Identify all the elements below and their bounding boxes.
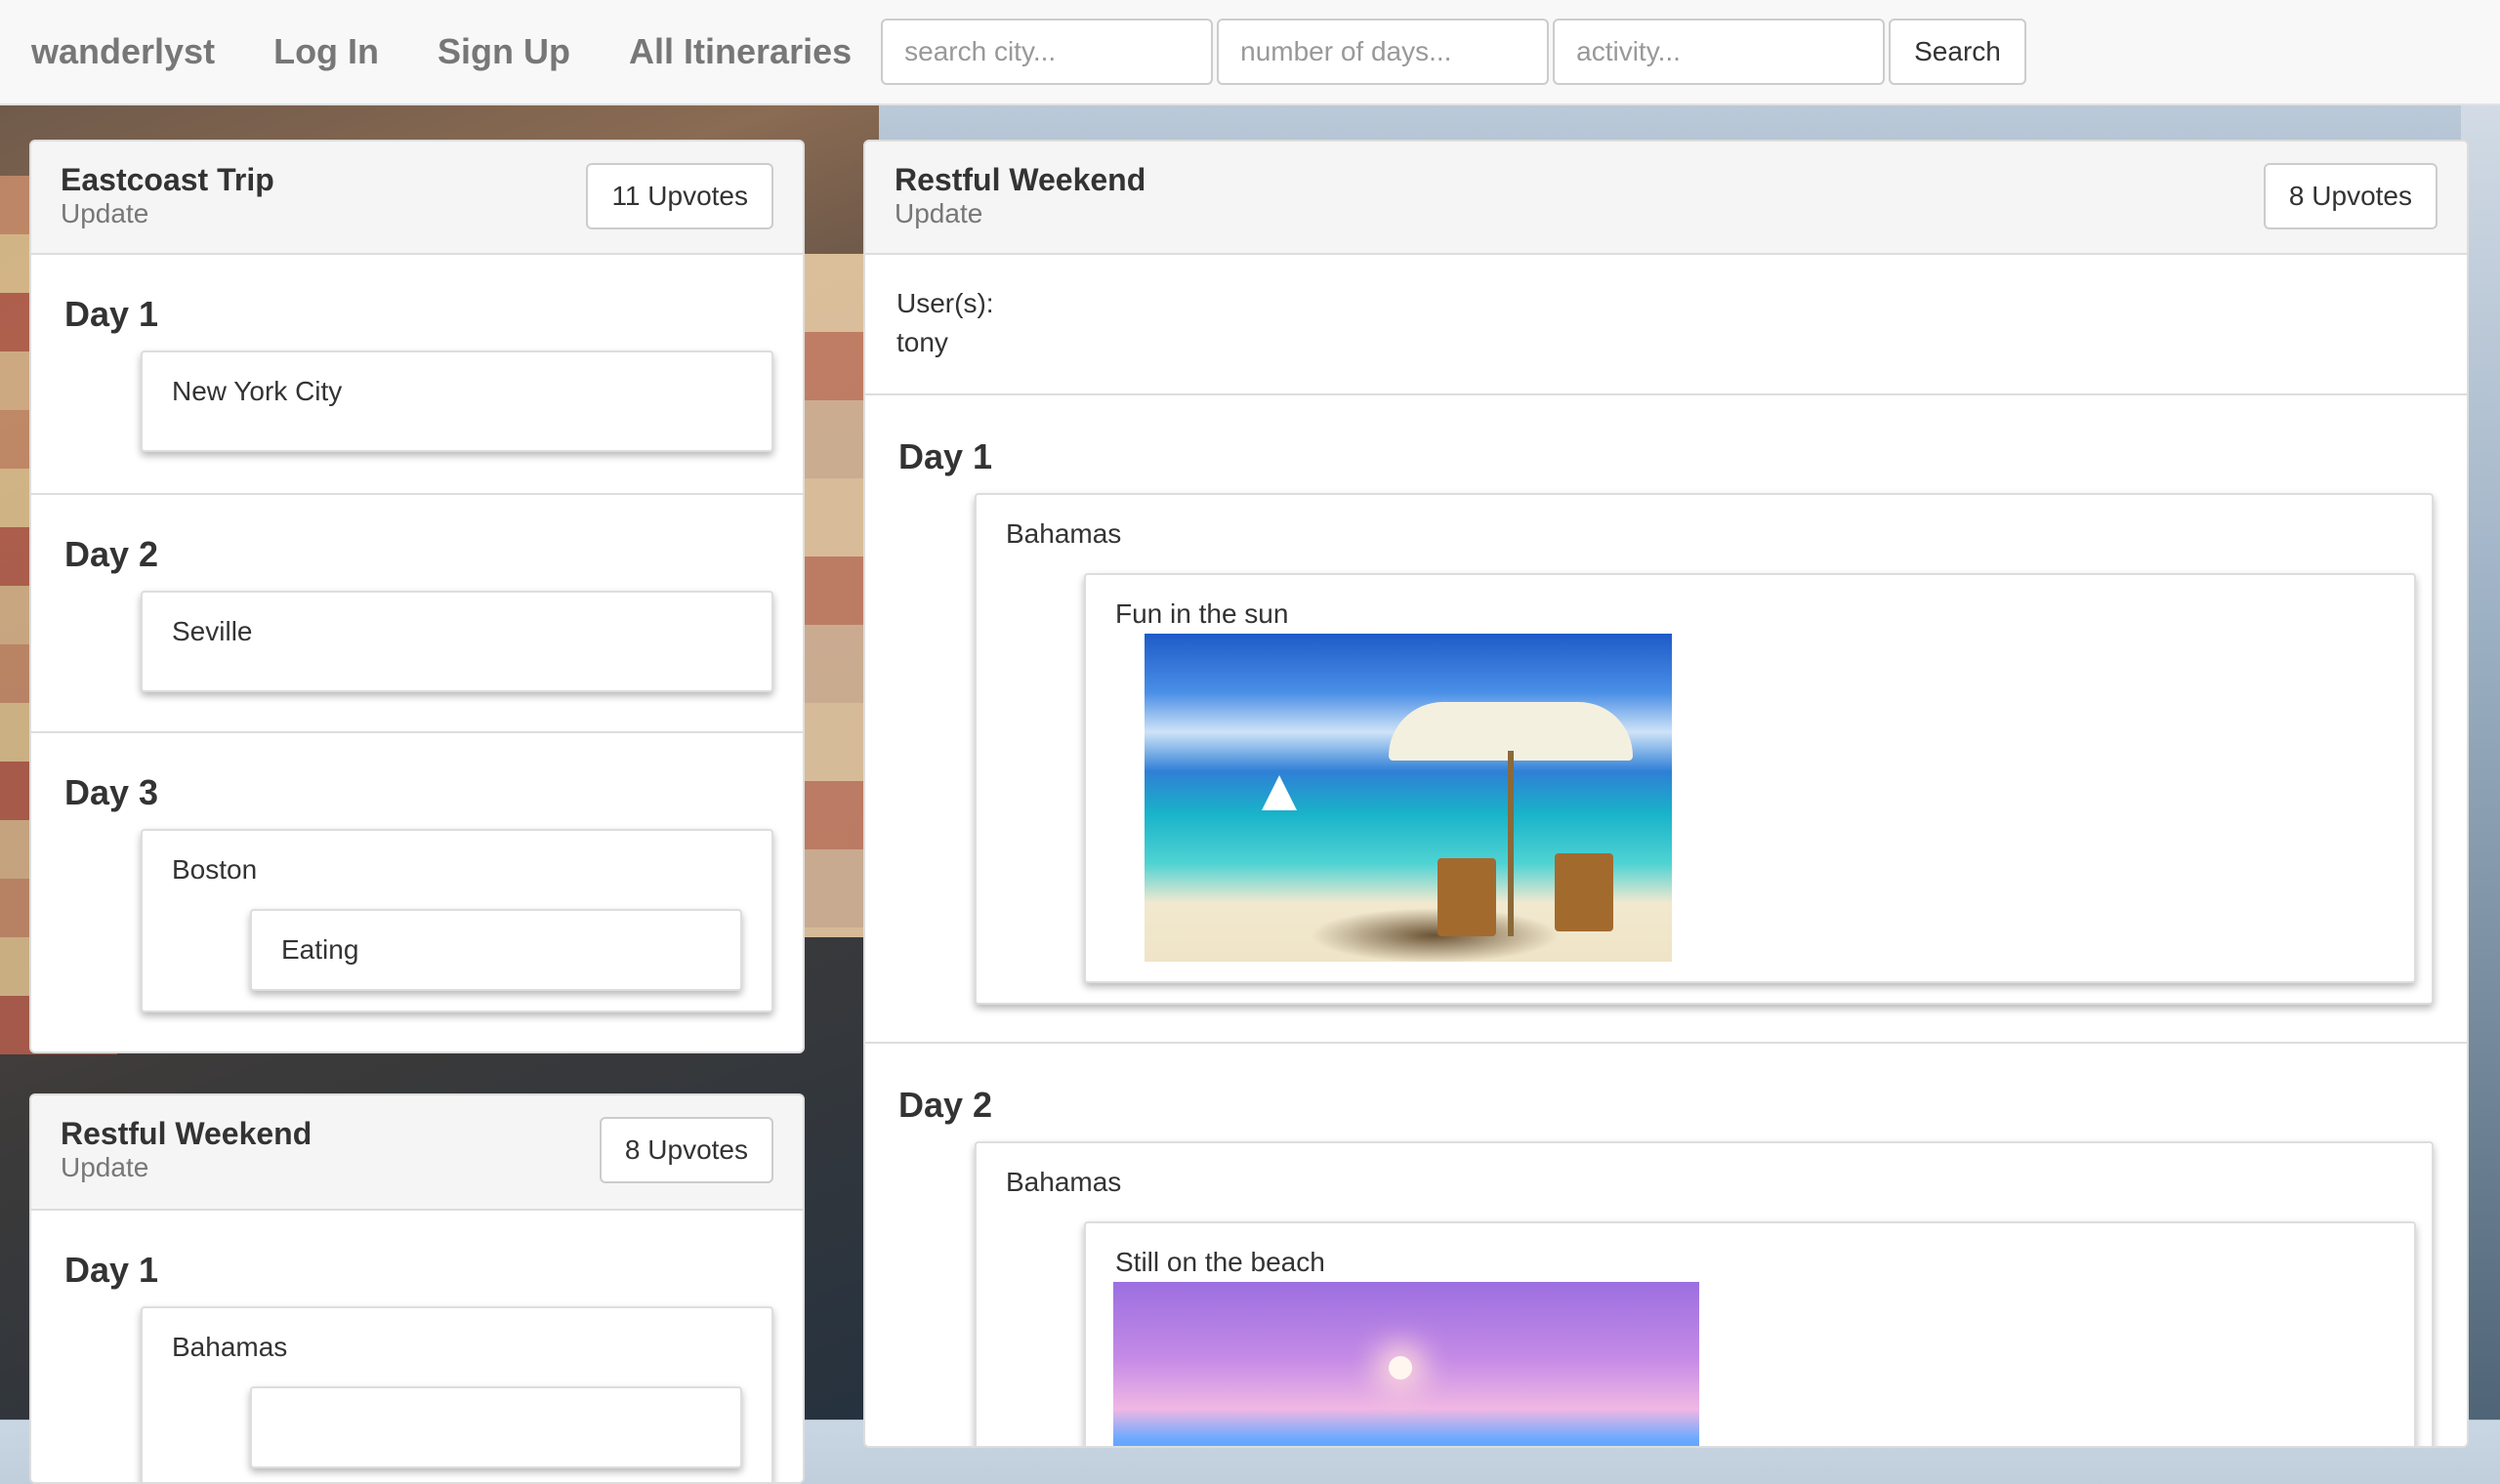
day-section: Day 1 New York City <box>31 255 803 495</box>
beach-chair <box>1438 858 1496 936</box>
activity-name: Fun in the sun <box>1115 598 1289 629</box>
city-card[interactable]: Bahamas <box>141 1306 773 1482</box>
city-card[interactable]: Bahamas Fun in the sun <box>975 493 2434 1005</box>
day-section: Day 2 Seville <box>31 495 803 733</box>
search-button[interactable]: Search <box>1889 19 2026 85</box>
city-card[interactable]: Seville <box>141 591 773 692</box>
top-navbar: wanderlyst Log In Sign Up All Itinerarie… <box>0 0 2500 105</box>
users-label: User(s): <box>896 288 994 318</box>
itinerary-detail-panel: Restful Weekend Update 8 Upvotes User(s)… <box>863 140 2469 1448</box>
day-section: Day 2 Bahamas Still on the beach <box>865 1044 2467 1446</box>
nav-login-link[interactable]: Log In <box>273 31 379 72</box>
sun <box>1389 1356 1412 1380</box>
day-title: Day 1 <box>898 436 993 476</box>
itinerary-title[interactable]: Restful Weekend <box>895 161 2438 198</box>
day-section: Day 1 Bahamas <box>31 1211 803 1482</box>
activity-card[interactable]: Eating <box>250 909 742 991</box>
city-name: Boston <box>172 854 258 885</box>
day-title: Day 2 <box>64 534 159 574</box>
day-section: Day 3 Boston Eating <box>31 733 803 1051</box>
update-link[interactable]: Update <box>895 198 2438 229</box>
activity-input[interactable]: activity... <box>1553 19 1886 85</box>
users-info: User(s): tony <box>896 284 994 362</box>
sailboat <box>1262 775 1297 810</box>
umbrella-pole <box>1508 751 1514 936</box>
activity-name: Still on the beach <box>1115 1247 1325 1277</box>
upvote-button[interactable]: 8 Upvotes <box>599 1117 773 1183</box>
city-card[interactable]: New York City <box>141 350 773 452</box>
activity-card[interactable]: Still on the beach <box>1084 1221 2416 1446</box>
day-title: Day 3 <box>64 772 159 812</box>
beach-chairs-umbrella-photo <box>1145 634 1672 962</box>
city-name: Bahamas <box>172 1332 288 1362</box>
panel-heading: Restful Weekend Update 8 Upvotes <box>865 142 2467 255</box>
users-section: User(s): tony <box>865 255 2467 395</box>
nav-signup-link[interactable]: Sign Up <box>438 31 570 72</box>
upvote-button[interactable]: 11 Upvotes <box>586 163 773 229</box>
day-title: Day 1 <box>64 1250 159 1290</box>
upvote-button[interactable]: 8 Upvotes <box>2263 163 2438 229</box>
number-of-days-input[interactable]: number of days... <box>1217 19 1550 85</box>
day-title: Day 1 <box>64 294 159 334</box>
nav-all-itineraries-link[interactable]: All Itineraries <box>629 31 852 72</box>
beach-chair <box>1555 853 1613 931</box>
brand-logo-link[interactable]: wanderlyst <box>31 31 215 72</box>
itinerary-panel-restful-weekend: Restful Weekend Update 8 Upvotes Day 1 B… <box>29 1093 805 1484</box>
sunset-beach-photo <box>1113 1282 1699 1446</box>
username[interactable]: tony <box>896 323 994 362</box>
panel-heading: Eastcoast Trip Update 11 Upvotes <box>31 142 803 255</box>
city-card[interactable]: Boston Eating <box>141 829 773 1012</box>
city-name: Bahamas <box>1006 1167 1122 1197</box>
activity-card[interactable]: Fun in the sun <box>1084 573 2416 983</box>
city-name: Bahamas <box>1006 518 1122 549</box>
city-card[interactable]: Bahamas Still on the beach <box>975 1141 2434 1446</box>
search-city-input[interactable]: search city... <box>881 19 1214 85</box>
day-title: Day 2 <box>898 1085 993 1125</box>
panel-heading: Restful Weekend Update 8 Upvotes <box>31 1095 803 1211</box>
city-name: New York City <box>172 376 343 406</box>
day-section: Day 1 Bahamas Fun in the sun <box>865 395 2467 1044</box>
activity-name: Eating <box>281 934 359 965</box>
city-name: Seville <box>172 616 253 646</box>
itinerary-panel-eastcoast: Eastcoast Trip Update 11 Upvotes Day 1 N… <box>29 140 805 1053</box>
activity-card[interactable] <box>250 1386 742 1468</box>
